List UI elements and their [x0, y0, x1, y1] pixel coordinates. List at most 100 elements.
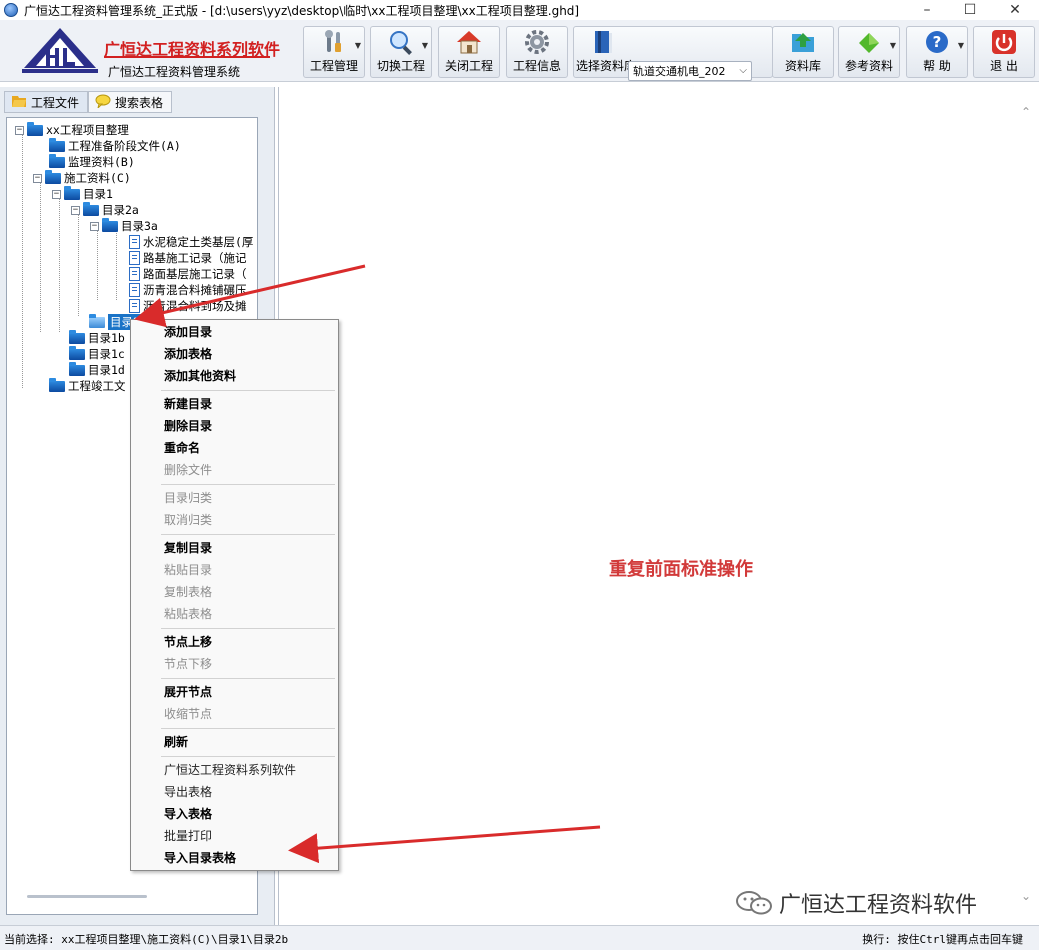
menu-node-up[interactable]: 节点上移	[164, 630, 212, 652]
tree-node-label: 目录3a	[121, 219, 158, 233]
menu-add-directory[interactable]: 添加目录	[164, 320, 212, 342]
tree-node-dir1d[interactable]: 目录1d	[69, 361, 125, 378]
tree-connector	[116, 230, 117, 300]
switch-project-label: 切换工程	[376, 59, 425, 73]
current-selection-text: 当前选择: xx工程项目整理\施工资料(C)\目录1\目录2b	[4, 933, 289, 946]
magnifier-icon	[388, 29, 414, 55]
tree-node-label: 沥青混合料到场及摊	[143, 299, 247, 313]
tree-node-dir1[interactable]: − 目录1	[52, 185, 113, 202]
collapse-icon[interactable]: −	[90, 221, 99, 231]
exit-button[interactable]: 退 出	[973, 26, 1035, 78]
menu-cancel-classify[interactable]: 取消归类	[164, 508, 212, 530]
project-info-button[interactable]: 工程信息	[506, 26, 568, 78]
menu-new-directory[interactable]: 新建目录	[164, 392, 212, 414]
menu-copy-directory[interactable]: 复制目录	[164, 536, 212, 558]
collapse-icon[interactable]: −	[33, 173, 42, 183]
menu-separator	[161, 628, 335, 629]
menu-classify-directory[interactable]: 目录归类	[164, 486, 212, 508]
tree-horizontal-scrollbar[interactable]	[27, 895, 147, 898]
scroll-up-icon[interactable]: ⌃	[1021, 105, 1031, 119]
menu-import-table[interactable]: 导入表格	[164, 802, 212, 824]
folder-icon	[102, 217, 118, 232]
tab-project-files-label: 工程文件	[31, 95, 80, 110]
help-icon: ?	[924, 29, 950, 55]
tree-node-completion[interactable]: 工程竣工文	[49, 377, 126, 394]
menu-batch-print[interactable]: 批量打印	[164, 824, 212, 846]
tree-node-file[interactable]: 水泥稳定土类基层(厚	[129, 234, 253, 250]
tree-node-file[interactable]: 路基施工记录（施记	[129, 250, 247, 266]
menu-import-directory-table[interactable]: 导入目录表格	[164, 846, 236, 868]
close-project-button[interactable]: 关闭工程	[438, 26, 500, 78]
tree-node-label: 水泥稳定土类基层(厚	[143, 235, 254, 249]
tree-node-label: 路面基层施工记录（	[143, 267, 247, 281]
tree-node-label: 工程准备阶段文件(A)	[68, 139, 181, 153]
menu-export-table[interactable]: 导出表格	[164, 780, 212, 802]
switch-project-button[interactable]: ▼ 切换工程	[370, 26, 432, 78]
menu-collapse-node[interactable]: 收缩节点	[164, 702, 212, 724]
help-button[interactable]: ? ▼ 帮 助	[906, 26, 968, 78]
tab-search-tables[interactable]: 搜索表格	[88, 91, 173, 113]
tree-connector	[59, 198, 60, 332]
svg-text:?: ?	[933, 33, 942, 51]
context-menu: 添加目录 添加表格 添加其他资料 新建目录 删除目录 重命名 删除文件 目录归类…	[130, 319, 339, 871]
chevron-down-icon: ▼	[889, 41, 896, 50]
menu-node-down[interactable]: 节点下移	[164, 652, 212, 674]
maximize-button[interactable]: ☐	[950, 0, 990, 20]
menu-expand-node[interactable]: 展开节点	[164, 680, 212, 702]
menu-paste-directory[interactable]: 粘贴目录	[164, 558, 212, 580]
select-library-label[interactable]: 选择资料库	[576, 57, 636, 74]
tree-node-file[interactable]: 沥青混合料摊铺碾压	[129, 282, 247, 298]
minimize-button[interactable]: –	[907, 0, 947, 20]
scroll-down-icon[interactable]: ⌄	[1021, 889, 1031, 903]
menu-delete-file[interactable]: 删除文件	[164, 458, 212, 480]
collapse-icon[interactable]: −	[71, 205, 80, 215]
menu-series-software[interactable]: 广恒达工程资料系列软件	[164, 758, 296, 780]
menu-add-other[interactable]: 添加其他资料	[164, 364, 236, 386]
brand-underline	[104, 56, 270, 58]
tree-node-dir2a[interactable]: − 目录2a	[71, 201, 139, 218]
menu-rename[interactable]: 重命名	[164, 436, 200, 458]
reference-button[interactable]: ▼ 参考资料	[838, 26, 900, 78]
menu-copy-table[interactable]: 复制表格	[164, 580, 212, 602]
tree-node-label: 路基施工记录（施记	[143, 251, 247, 265]
reference-book-icon	[856, 29, 882, 55]
tree-node-dir1c[interactable]: 目录1c	[69, 345, 125, 362]
tree-node-dir1b[interactable]: 目录1b	[69, 329, 125, 346]
company-logo	[22, 28, 98, 73]
menu-separator	[161, 484, 335, 485]
menu-refresh[interactable]: 刷新	[164, 730, 188, 752]
folder-icon	[45, 169, 61, 184]
tree-node-label: 目录2a	[102, 203, 139, 217]
tree-node-file[interactable]: 路面基层施工记录（	[129, 266, 247, 282]
tree-node-label: 目录1b	[88, 331, 125, 345]
project-manage-button[interactable]: ▼ 工程管理	[303, 26, 365, 78]
tab-project-files[interactable]: 工程文件	[4, 91, 89, 113]
tree-node-dir3a[interactable]: − 目录3a	[90, 217, 158, 234]
chevron-down-icon: ⌵	[739, 65, 747, 76]
tree-node-construction[interactable]: − 施工资料(C)	[33, 169, 131, 186]
tree-node-file[interactable]: 沥青混合料到场及摊	[129, 298, 247, 314]
main-area: ⌃ 重复前面标准操作 ⌄ 广恒达工程资料软件	[278, 87, 1039, 925]
brand-subtitle: 广恒达工程资料管理系统	[108, 65, 241, 79]
power-icon	[991, 29, 1017, 55]
menu-delete-directory[interactable]: 删除目录	[164, 414, 212, 436]
library-button[interactable]: 资料库	[772, 26, 834, 78]
tree-node-prep[interactable]: 工程准备阶段文件(A)	[49, 137, 181, 154]
menu-paste-table[interactable]: 粘贴表格	[164, 602, 212, 624]
close-window-button[interactable]: ✕	[995, 0, 1035, 20]
tree-node-root[interactable]: − xx工程项目整理	[15, 121, 129, 138]
tools-icon	[321, 29, 347, 55]
folder-icon	[27, 121, 43, 136]
document-icon	[129, 251, 140, 265]
collapse-icon[interactable]: −	[52, 189, 61, 199]
menu-separator	[161, 756, 335, 757]
document-icon	[129, 235, 140, 249]
panel-tabs: 工程文件 搜索表格	[4, 91, 173, 113]
library-select[interactable]: 轨道交通机电_202 ⌵	[628, 61, 752, 81]
menu-add-table[interactable]: 添加表格	[164, 342, 212, 364]
collapse-icon[interactable]: −	[15, 125, 24, 135]
tree-connector	[40, 182, 41, 332]
gear-icon	[524, 29, 550, 55]
folder-icon	[83, 201, 99, 216]
tree-node-supervision[interactable]: 监理资料(B)	[49, 153, 135, 170]
